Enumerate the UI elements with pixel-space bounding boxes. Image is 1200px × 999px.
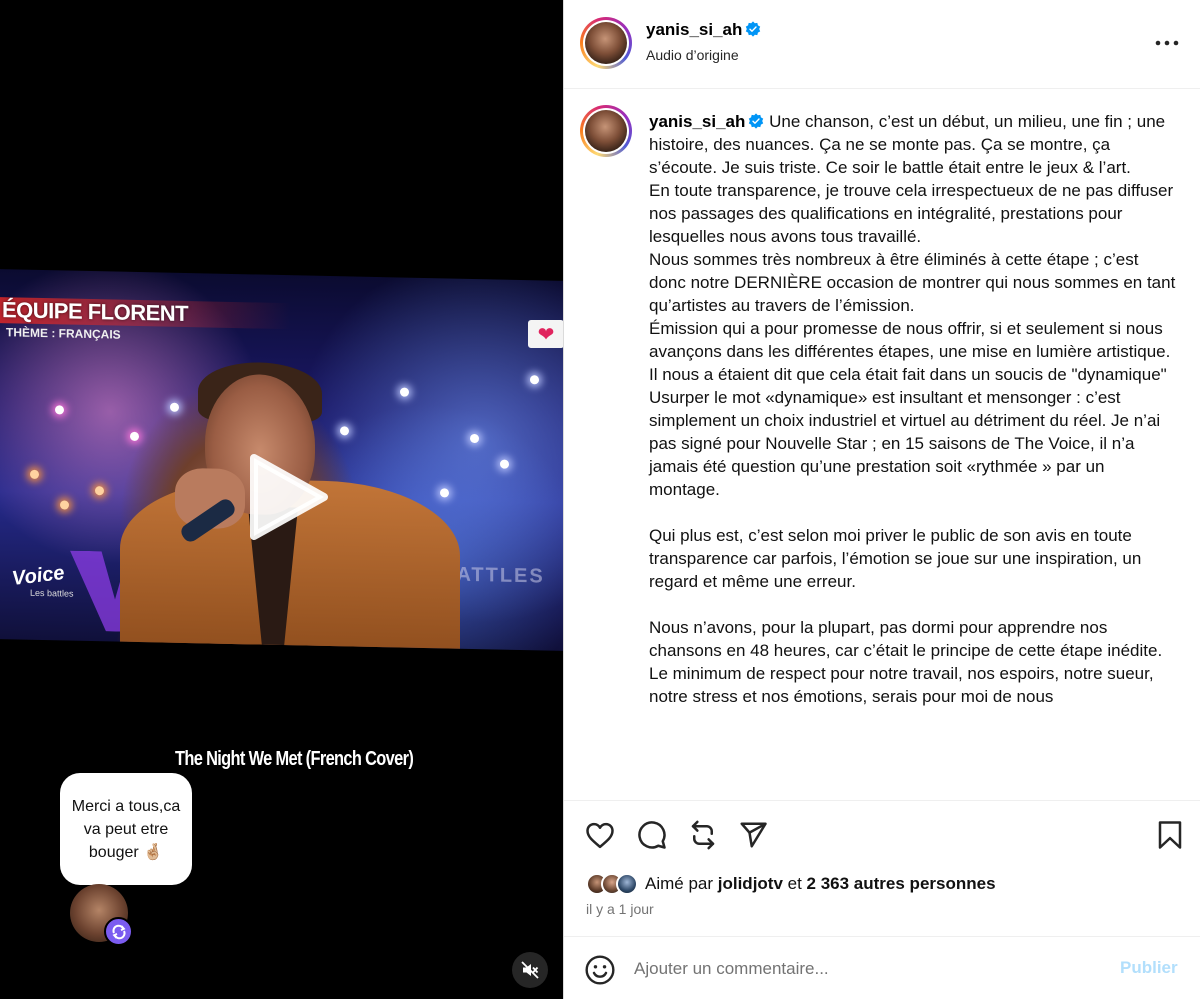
send-icon — [740, 822, 767, 848]
stage-light — [170, 402, 179, 412]
team-label: ÉQUIPE FLORENT — [2, 297, 189, 327]
comment-bar: Publier — [564, 936, 1200, 999]
stage-light — [440, 488, 449, 498]
mute-button[interactable] — [512, 952, 548, 988]
remix-badge[interactable] — [104, 917, 133, 946]
likes-conjunction: et — [782, 874, 807, 893]
speaker-muted-icon — [521, 961, 539, 979]
stage-light — [400, 387, 409, 397]
post-header: yanis_si_ah Audio d’origine — [564, 0, 1200, 89]
theme-label: THÈME : FRANÇAIS — [6, 325, 121, 342]
comment-icon — [638, 821, 666, 849]
heart-outline-icon — [586, 822, 614, 849]
comment-input[interactable] — [634, 954, 1104, 984]
bookmark-icon — [1158, 821, 1182, 849]
stage-light — [30, 469, 39, 479]
smiley-icon — [585, 955, 615, 985]
caption-username[interactable]: yanis_si_ah — [649, 112, 745, 131]
author-avatar[interactable] — [580, 17, 632, 69]
like-button[interactable] — [583, 818, 617, 852]
author-username[interactable]: yanis_si_ah — [646, 20, 761, 40]
repost-button[interactable] — [686, 818, 720, 852]
repost-icon — [691, 820, 715, 850]
stage-light — [130, 431, 139, 442]
play-button[interactable] — [240, 452, 330, 542]
comment-button[interactable] — [635, 818, 669, 852]
likes-first-user[interactable]: jolidjotv — [718, 874, 783, 893]
more-icon — [1155, 40, 1179, 46]
caption-body: Une chanson, c’est un début, un milieu, … — [649, 112, 1176, 706]
stage-light — [530, 375, 539, 385]
likes-text: Aimé par jolidjotv et 2 363 autres perso… — [645, 874, 996, 894]
play-icon — [250, 454, 328, 540]
heart-sticker: ❤ — [528, 320, 563, 348]
note-bubble: Merci a tous,ca va peut etre bouger 🤞🏼 — [60, 773, 192, 885]
song-title-overlay: The Night We Met (French Cover) — [175, 748, 414, 770]
verified-badge-icon — [749, 113, 764, 129]
action-bar: Aimé par jolidjotv et 2 363 autres perso… — [564, 800, 1200, 936]
liker-avatar — [616, 873, 638, 895]
audio-link[interactable]: Audio d’origine — [646, 47, 739, 63]
stage-light — [95, 486, 104, 496]
share-button[interactable] — [736, 818, 770, 852]
video-player[interactable]: ÉQUIPE FLORENT THÈME : FRANÇAIS Voice Le… — [0, 0, 563, 999]
stage-light — [55, 405, 64, 415]
save-button[interactable] — [1153, 818, 1187, 852]
caption-text: yanis_si_ah Une chanson, c’est un début,… — [649, 110, 1179, 708]
verified-badge-icon — [746, 21, 761, 37]
caption-author-avatar[interactable] — [580, 105, 632, 157]
heart-icon: ❤ — [537, 322, 555, 346]
more-options-button[interactable] — [1150, 28, 1184, 58]
remix-icon — [112, 924, 125, 939]
note-text: Merci a tous,ca va peut etre bouger 🤞🏼 — [71, 797, 181, 861]
likes-others-count[interactable]: 2 363 autres personnes — [807, 874, 996, 893]
stage-light — [470, 433, 479, 444]
voice-logo: Voice — [10, 561, 66, 590]
voice-logo-subtitle: Les battles — [30, 587, 74, 599]
emoji-button[interactable] — [584, 954, 616, 986]
stage-light — [340, 426, 349, 436]
stage-light — [60, 500, 69, 510]
caption-area[interactable]: yanis_si_ah Une chanson, c’est un début,… — [564, 89, 1200, 801]
post-timestamp[interactable]: il y a 1 jour — [586, 901, 654, 917]
post-panel: yanis_si_ah Audio d’origine yanis_si_ah … — [563, 0, 1200, 999]
stage-light — [500, 459, 509, 469]
author-username-text[interactable]: yanis_si_ah — [646, 20, 742, 39]
likes-summary[interactable]: Aimé par jolidjotv et 2 363 autres perso… — [586, 871, 996, 897]
publish-button[interactable]: Publier — [1120, 958, 1178, 978]
likes-prefix: Aimé par — [645, 874, 718, 893]
